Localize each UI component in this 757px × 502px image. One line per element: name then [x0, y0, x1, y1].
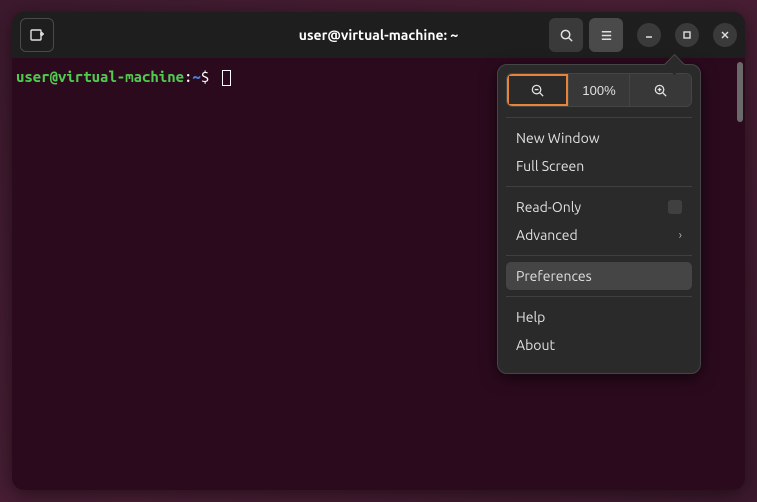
close-button[interactable] [713, 23, 737, 47]
hamburger-icon [599, 28, 614, 43]
menu-label: New Window [516, 130, 600, 146]
new-tab-icon [29, 27, 45, 43]
zoom-out-icon [530, 83, 545, 98]
window-title: user@virtual-machine: ~ [299, 27, 458, 43]
zoom-controls: 100% [506, 73, 692, 107]
prompt-user-host: user@virtual-machine [16, 68, 184, 85]
menu-label: About [516, 337, 555, 353]
menu-item-new-window[interactable]: New Window [506, 124, 692, 152]
search-button[interactable] [549, 18, 583, 52]
zoom-reset-button[interactable]: 100% [569, 74, 631, 106]
menu-item-advanced[interactable]: Advanced › [506, 221, 692, 249]
maximize-icon [682, 30, 692, 40]
menu-label: Advanced [516, 227, 578, 243]
zoom-in-button[interactable] [630, 74, 691, 106]
minimize-button[interactable] [637, 23, 661, 47]
titlebar-controls [549, 18, 737, 52]
menu-label: Full Screen [516, 158, 584, 174]
search-icon [559, 28, 574, 43]
new-tab-button[interactable] [20, 18, 54, 52]
zoom-in-icon [653, 83, 668, 98]
maximize-button[interactable] [675, 23, 699, 47]
menu-section-options: Read-Only Advanced › [506, 186, 692, 255]
terminal-cursor [222, 70, 231, 86]
menu-label: Help [516, 309, 545, 325]
menu-section-window: New Window Full Screen [506, 117, 692, 186]
prompt-line: user@virtual-machine:~$ [16, 66, 231, 87]
close-icon [720, 30, 730, 40]
menu-label: Read-Only [516, 199, 581, 215]
menu-label: Preferences [516, 268, 592, 284]
menu-item-about[interactable]: About [506, 331, 692, 359]
prompt-symbol: $ [201, 68, 209, 85]
menu-item-read-only[interactable]: Read-Only [506, 193, 692, 221]
menu-section-help: Help About [506, 296, 692, 365]
prompt-path: ~ [192, 68, 200, 85]
hamburger-menu-popover: 100% New Window Full Screen Read-Only Ad… [497, 64, 701, 374]
scrollbar[interactable] [735, 58, 745, 490]
scrollbar-thumb[interactable] [737, 62, 743, 122]
read-only-checkbox[interactable] [668, 200, 682, 214]
minimize-icon [644, 30, 654, 40]
menu-item-preferences[interactable]: Preferences [506, 262, 692, 290]
zoom-out-button[interactable] [507, 74, 569, 106]
menu-item-help[interactable]: Help [506, 303, 692, 331]
hamburger-menu-button[interactable] [589, 18, 623, 52]
chevron-right-icon: › [679, 229, 682, 242]
titlebar: user@virtual-machine: ~ [12, 12, 745, 58]
menu-item-full-screen[interactable]: Full Screen [506, 152, 692, 180]
menu-section-preferences: Preferences [506, 255, 692, 296]
